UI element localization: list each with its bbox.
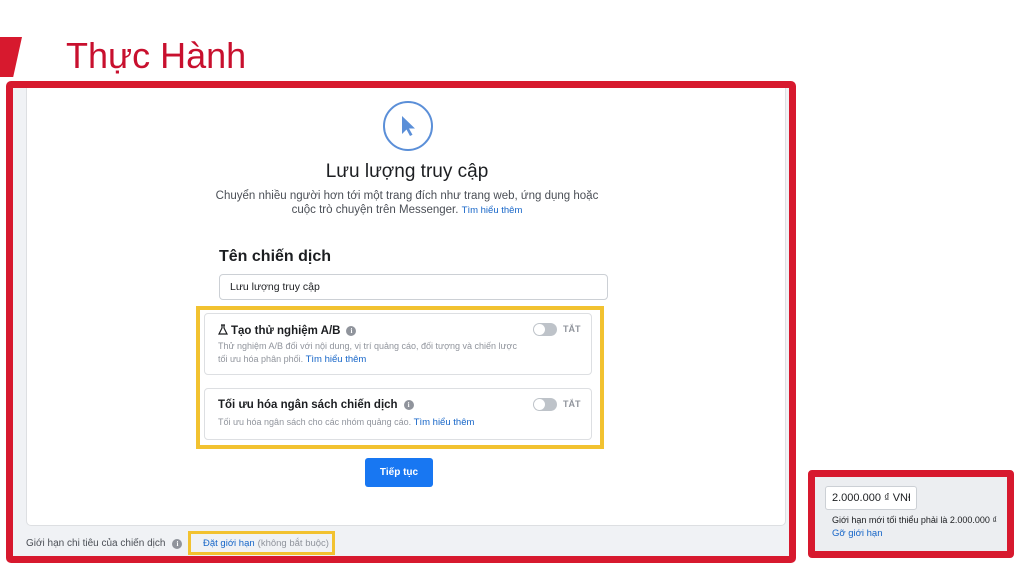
info-icon[interactable]: i [346,326,357,336]
objective-title: Lưu lượng truy cập [325,161,489,182]
budget-optimization-option: Tối ưu hóa ngân sách chiến dịch i Tối ưu… [204,388,592,440]
set-limit-highlight: Đặt giới hạn (không bắt buộc) [188,531,335,555]
campaign-name-heading: Tên chiến dịch [219,248,332,265]
cursor-pointer-icon [383,101,433,151]
spend-limit-label-row: Giới hạn chi tiêu của chiến dịch i [26,538,183,549]
ab-test-description: Thử nghiệm A/B đối với nội dung, vị trí … [218,340,518,366]
spend-limit-detail-frame [808,470,1014,558]
campaign-name-input[interactable] [219,274,608,300]
ab-test-option: Tạo thử nghiệm A/B i Thử nghiệm A/B đối … [204,313,592,375]
info-icon[interactable]: i [403,400,414,410]
ab-test-title-row: Tạo thử nghiệm A/B i [218,324,357,338]
info-icon[interactable]: i [172,538,183,549]
ab-test-learn-more-link[interactable]: Tìm hiểu thêm [306,354,367,365]
ab-test-title: Tạo thử nghiệm A/B [231,325,341,337]
ab-test-description-text: Thử nghiệm A/B đối với nội dung, vị trí … [218,341,517,364]
budget-opt-description: Tối ưu hóa ngân sách cho các nhóm quảng … [218,416,518,429]
budget-opt-description-text: Tối ưu hóa ngân sách cho các nhóm quảng … [218,417,412,427]
slide-title: Thực Hành [66,35,247,76]
spend-limit-amount-input[interactable] [825,486,917,510]
toggle-knob [534,324,545,335]
set-limit-link[interactable]: Đặt giới hạn [203,538,255,549]
toggle-knob [534,399,545,410]
budget-opt-learn-more-link[interactable]: Tìm hiểu thêm [414,417,475,428]
continue-button[interactable]: Tiếp tục [365,458,433,487]
spend-limit-label: Giới hạn chi tiêu của chiến dịch [26,538,166,549]
budget-opt-title-row: Tối ưu hóa ngân sách chiến dịch i [218,399,414,411]
flask-icon [218,324,228,338]
learn-more-link[interactable]: Tìm hiểu thêm [462,205,523,216]
budget-opt-toggle-label: TẮT [563,399,581,409]
ab-test-toggle-label: TẮT [563,324,581,334]
objective-description-text: Chuyển nhiều người hơn tới một trang đíc… [215,190,599,216]
minimum-limit-note: Giới hạn mới tối thiểu phải là 2.000.000… [832,515,998,525]
ab-test-toggle[interactable] [533,323,557,336]
slide-accent-bar [0,37,22,77]
remove-limit-link[interactable]: Gỡ giới hạn [832,528,882,539]
objective-description: Chuyển nhiều người hơn tới một trang đíc… [207,189,607,218]
optional-label: (không bắt buộc) [257,537,329,549]
budget-opt-title: Tối ưu hóa ngân sách chiến dịch [218,399,398,411]
budget-opt-toggle[interactable] [533,398,557,411]
